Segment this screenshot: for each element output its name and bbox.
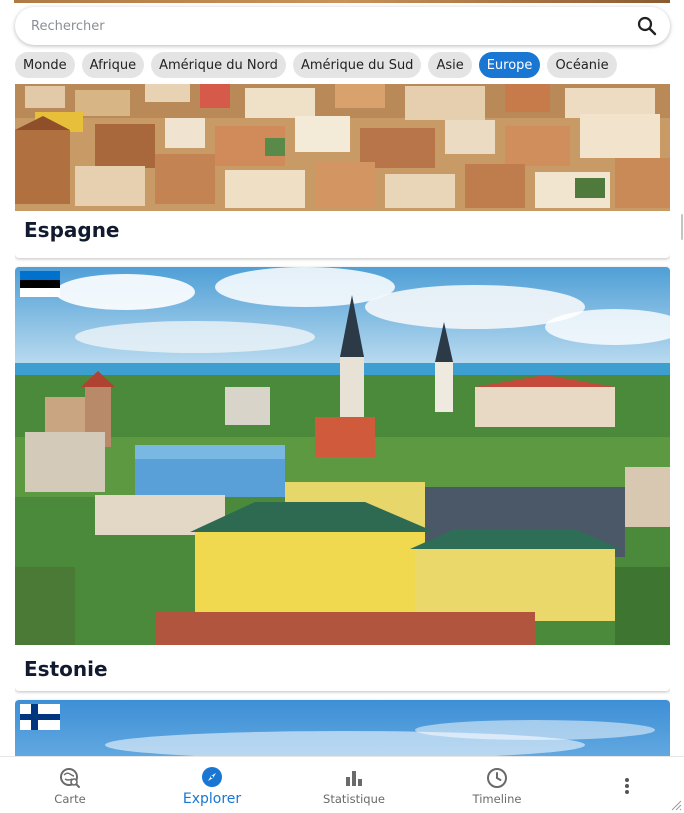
previous-card-edge: [14, 0, 670, 3]
nav-label-timeline: Timeline: [472, 791, 522, 806]
country-photo: [15, 84, 670, 211]
search-icon[interactable]: [636, 15, 658, 37]
chip-asie[interactable]: Asie: [428, 52, 472, 78]
country-name: Estonie: [24, 657, 108, 681]
country-photo: [15, 700, 670, 756]
country-card-espagne[interactable]: Espagne: [15, 84, 670, 258]
country-photo: [15, 267, 670, 645]
finland-flag-icon: [20, 704, 60, 730]
nav-timeline[interactable]: Timeline: [455, 757, 539, 813]
search-input[interactable]: [31, 18, 636, 34]
chip-monde[interactable]: Monde: [15, 52, 75, 78]
region-filter-chips: Monde Afrique Amérique du Nord Amérique …: [15, 52, 617, 78]
country-name: Espagne: [24, 218, 120, 242]
nav-explorer[interactable]: Explorer: [170, 757, 254, 813]
chip-afrique[interactable]: Afrique: [81, 52, 145, 78]
estonia-flag-icon: [20, 271, 60, 297]
chip-amerique-du-nord[interactable]: Amérique du Nord: [151, 52, 286, 78]
search-bar[interactable]: [15, 7, 670, 45]
country-feed: Espagne Estonie: [15, 84, 670, 756]
chip-europe[interactable]: Europe: [478, 52, 541, 78]
resize-grip-icon[interactable]: [670, 799, 682, 811]
more-options-button[interactable]: [614, 771, 640, 801]
nav-label-statistique: Statistique: [323, 791, 385, 806]
bar-chart-icon: [342, 766, 366, 790]
nav-statistique[interactable]: Statistique: [312, 757, 396, 813]
compass-icon: [200, 765, 224, 789]
bottom-navigation: Carte Explorer Statistique Timeline: [0, 756, 684, 813]
nav-label-carte: Carte: [54, 791, 86, 806]
more-vertical-icon: [625, 778, 629, 794]
chip-oceanie[interactable]: Océanie: [547, 52, 617, 78]
map-search-icon: [58, 766, 82, 790]
country-card-finlande[interactable]: [15, 700, 670, 756]
country-card-estonie[interactable]: Estonie: [15, 267, 670, 691]
clock-icon: [485, 766, 509, 790]
nav-carte[interactable]: Carte: [28, 757, 112, 813]
scrollbar-thumb[interactable]: [681, 214, 683, 240]
nav-label-explorer: Explorer: [182, 790, 242, 807]
chip-amerique-du-sud[interactable]: Amérique du Sud: [292, 52, 422, 78]
